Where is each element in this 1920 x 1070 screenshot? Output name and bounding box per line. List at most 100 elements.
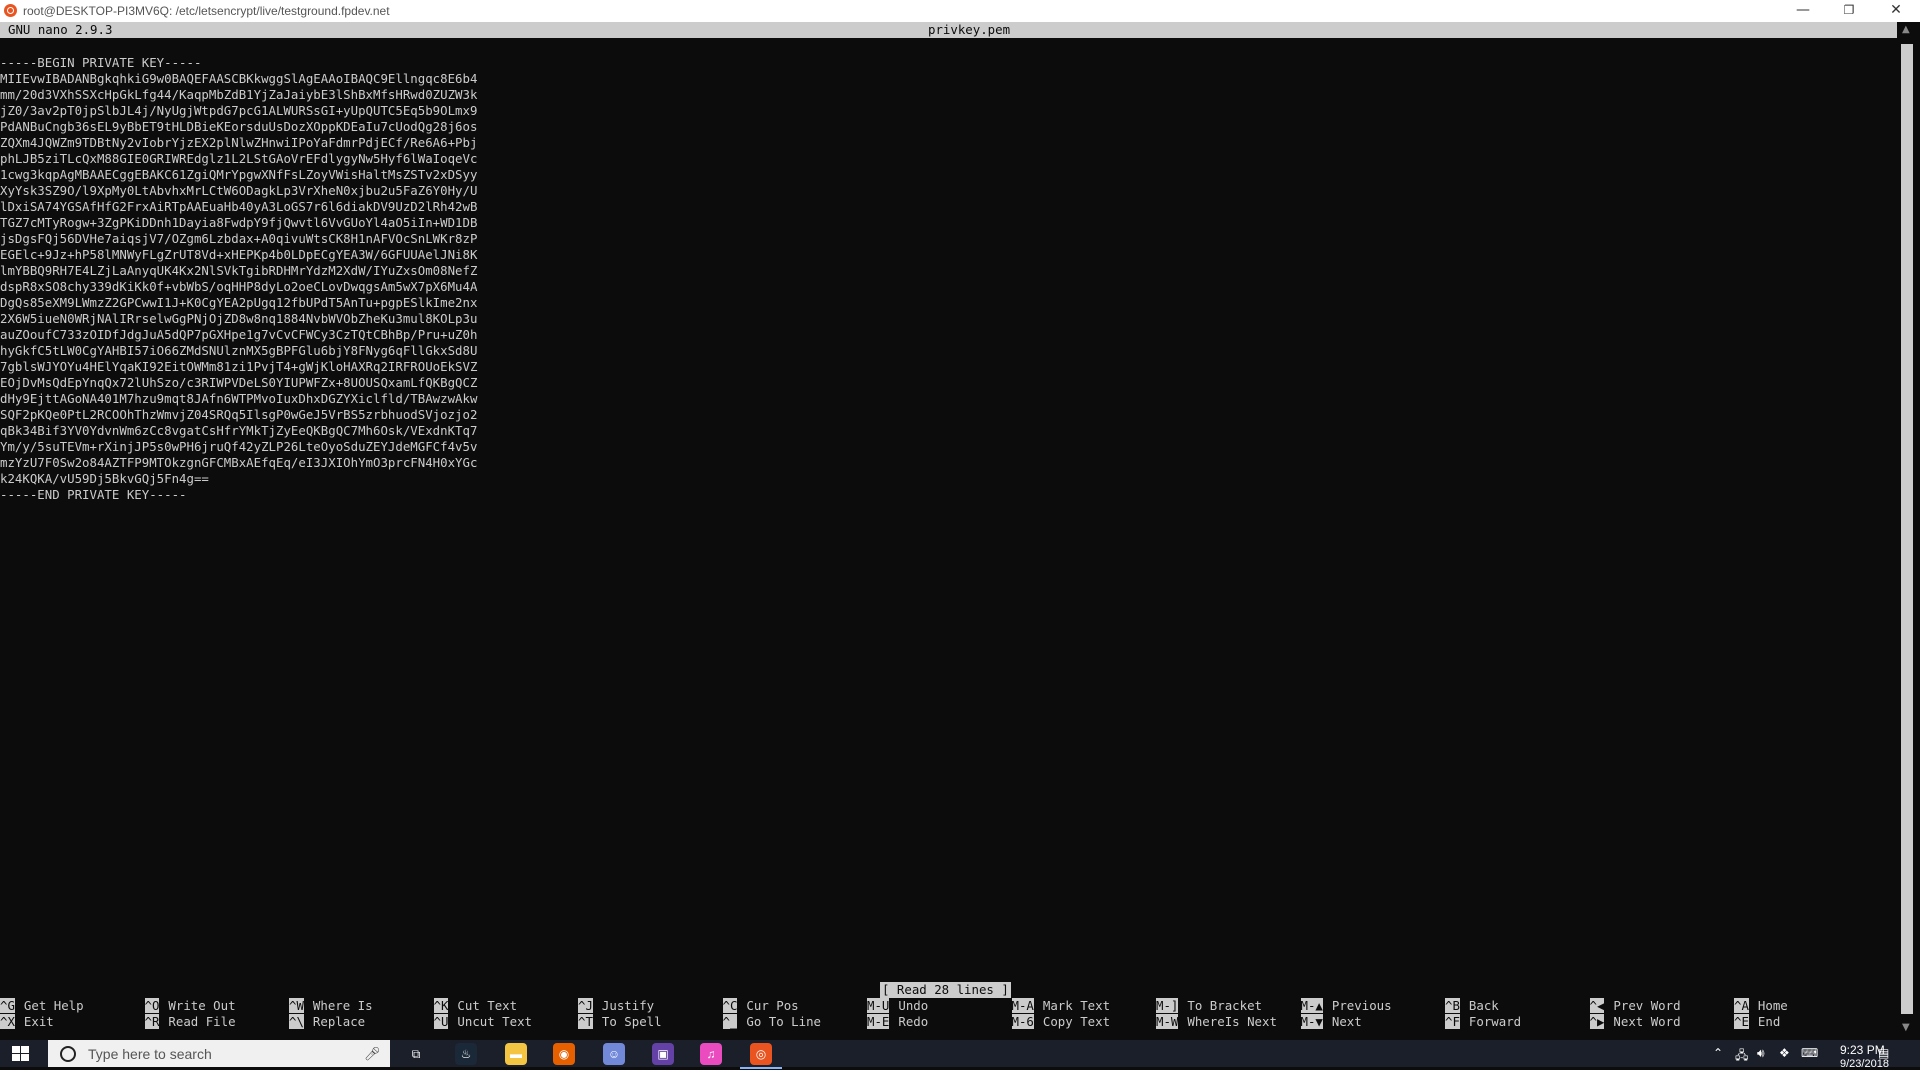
shortcut-item[interactable]: M-6 Copy Text (1011, 1014, 1162, 1030)
shortcut-key: ^W (289, 998, 304, 1013)
shortcut-item[interactable]: ^_ Go To Line (722, 1014, 873, 1030)
windows-start-button[interactable] (12, 1046, 30, 1062)
shortcut-label: Write Out (168, 998, 236, 1013)
editor-text-area[interactable]: -----BEGIN PRIVATE KEY----- MIIEvwIBADANB… (0, 55, 477, 503)
shortcut-item[interactable]: ^F Forward (1445, 1014, 1595, 1030)
editor-line: PdANBuCngb36sEL9yBbET9tHLDBieKEorsduUsDo… (0, 119, 478, 134)
shortcut-item[interactable]: ^◀ Prev Word (1589, 998, 1740, 1014)
shortcut-item[interactable]: ^X Exit (0, 1014, 150, 1030)
shortcut-item[interactable]: ^J Justify (578, 998, 728, 1014)
shortcut-item[interactable]: ^▶ Next Word (1589, 1014, 1740, 1030)
steam-icon[interactable]: ♨ (455, 1043, 477, 1065)
editor-line: dHy9EjttAGoNA401M7hzu9mqt8JAfn6WTPMvoIux… (0, 391, 478, 406)
close-button[interactable]: ✕ (1873, 0, 1919, 22)
search-placeholder: Type here to search (88, 1046, 212, 1062)
shortcut-key: ^B (1445, 998, 1460, 1013)
shortcut-label: Next Word (1613, 1014, 1681, 1029)
editor-line: TGZ7cMTyRogw+3ZgPKiDDnh1Dayia8FwdpY9fjQw… (0, 215, 478, 230)
shortcut-key: ^O (144, 998, 160, 1013)
shortcut-item[interactable]: ^E End (1734, 1014, 1884, 1030)
file-explorer-icon[interactable]: ▬ (505, 1043, 527, 1065)
shortcut-label: To Bracket (1187, 998, 1262, 1013)
shortcut-item[interactable]: M-W WhereIs Next (1156, 1014, 1306, 1030)
show-hidden-icons-icon[interactable]: ⌃ (1713, 1046, 1723, 1060)
shortcut-item[interactable]: ^\ Replace (289, 1014, 439, 1030)
microphone-icon[interactable]: 🎤︎ (364, 1046, 381, 1062)
shortcut-item[interactable]: M-A Mark Text (1011, 998, 1162, 1014)
shortcut-key: M-▼ (1300, 1014, 1323, 1029)
shortcut-column: ^G Get Help ^X Exit (0, 998, 150, 1030)
shortcut-item[interactable]: M-U Undo (867, 998, 1017, 1014)
discord-icon[interactable]: ☺ (603, 1043, 625, 1065)
volume-icon[interactable]: 🔊︎ (1757, 1046, 1765, 1061)
editor-line: -----END PRIVATE KEY----- (0, 487, 187, 502)
twitch-icon[interactable]: ▣ (652, 1043, 674, 1065)
window-title-bar[interactable]: root@DESKTOP-PI3MV6Q: /etc/letsencrypt/l… (0, 0, 1920, 22)
shortcut-item[interactable]: ^G Get Help (0, 998, 150, 1014)
terminal-window[interactable]: GNU nano 2.9.3 privkey.pem -----BEGIN PR… (0, 22, 1897, 1040)
shortcut-label: Next (1331, 1014, 1362, 1029)
shortcut-item[interactable]: ^R Read File (144, 1014, 295, 1030)
editor-line: mm/20d3VXhSSXcHpGkLfg44/KaqpMbZdB1YjZaJa… (0, 87, 478, 102)
shortcut-column: ^C Cur Pos ^_ Go To Line (722, 998, 873, 1030)
shortcut-item[interactable]: ^K Cut Text (433, 998, 584, 1014)
shortcut-label: Copy Text (1042, 1014, 1111, 1029)
shortcut-label: Cur Pos (746, 998, 799, 1013)
shortcut-key: ^A (1734, 998, 1749, 1013)
windows-taskbar: Type here to search 🎤︎ ⧉ ♨ ▬ ◉ ☺ ▣ ♫ ◎ ⌃ 🖧︎ 🔊︎ … (0, 1040, 1920, 1070)
shortcut-item[interactable]: ^O Write Out (144, 998, 295, 1014)
shortcut-item[interactable]: ^B Back (1445, 998, 1595, 1014)
shortcut-item[interactable]: ^C Cur Pos (722, 998, 873, 1014)
scrollbar-thumb[interactable] (1901, 44, 1913, 1014)
shortcut-item[interactable]: ^W Where Is (289, 998, 439, 1014)
scroll-up-arrow-icon[interactable]: ▲ (1902, 24, 1910, 35)
shortcut-key: ^X (0, 1014, 15, 1029)
editor-line: 2X6W5iueN0WRjNAlIRrselwGgPNjOjZD8w8nq188… (0, 311, 478, 326)
restore-button[interactable]: ❐ (1826, 0, 1872, 22)
shortcut-label: Mark Text (1042, 998, 1111, 1013)
keyboard-icon[interactable]: ⌨ (1801, 1046, 1818, 1060)
shortcut-item[interactable]: ^U Uncut Text (433, 1014, 584, 1030)
taskbar-search-box[interactable]: Type here to search 🎤︎ (48, 1040, 390, 1067)
file-name: privkey.pem (928, 22, 1011, 37)
shortcut-key: ^R (144, 1014, 160, 1029)
dropbox-icon[interactable]: ❖ (1779, 1046, 1790, 1060)
shortcut-key: ^T (578, 1014, 593, 1029)
task-view-icon[interactable]: ⧉ (405, 1043, 427, 1065)
editor-line: hyGkfC5tLW0CgYAHBI57iO66ZMdSNUlznMX5gBPF… (0, 343, 478, 358)
shortcut-label: Back (1468, 998, 1499, 1013)
shortcut-column: ^W Where Is ^\ Replace (289, 998, 439, 1030)
firefox-icon[interactable]: ◉ (553, 1043, 575, 1065)
editor-line: lmYBBQ9RH7E4LZjLaAnyqUK4Kx2NlSVkTgibRDHM… (0, 263, 478, 278)
editor-line: auZOoufC733zOIDfJdgJuA5dQP7pGXHpe1g7vCvC… (0, 327, 478, 342)
scroll-down-arrow-icon[interactable]: ▼ (1902, 1022, 1910, 1033)
shortcut-label: Replace (312, 1014, 366, 1029)
shortcut-label: Read File (168, 1014, 236, 1029)
itunes-icon[interactable]: ♫ (700, 1043, 722, 1065)
shortcut-item[interactable]: M-▼ Next (1300, 1014, 1451, 1030)
action-center-icon[interactable]: ▤ (1878, 1046, 1889, 1060)
shortcut-item[interactable]: M-E Redo (867, 1014, 1017, 1030)
ubuntu-icon[interactable]: ◎ (740, 1043, 782, 1069)
editor-line: 7gblsWJYOYu4HElYqaKI92EitOWMm81zi1PvjT4+… (0, 359, 478, 374)
shortcut-label: Justify (601, 998, 655, 1013)
shortcut-item[interactable]: ^A Home (1734, 998, 1884, 1014)
editor-line: SQF2pKQe0PtL2RCOOhThzWmvjZ04SRQq5IlsgP0w… (0, 407, 478, 422)
shortcut-column: ^B Back ^F Forward (1445, 998, 1595, 1030)
shortcut-item[interactable]: M-] To Bracket (1156, 998, 1306, 1014)
editor-line: lDxiSA74YGSAfHfG2FrxAiRTpAAEuaHb40yA3LoG… (0, 199, 478, 214)
nano-version: GNU nano 2.9.3 (8, 22, 113, 37)
shortcut-label: Undo (898, 998, 929, 1013)
shortcut-column: M-] To Bracket M-W WhereIs Next (1156, 998, 1306, 1030)
shortcut-label: Uncut Text (457, 1014, 533, 1029)
shortcut-column: ^K Cut Text ^U Uncut Text (433, 998, 584, 1030)
network-icon[interactable]: 🖧︎ (1735, 1046, 1748, 1067)
shortcut-item[interactable]: M-▲ Previous (1300, 998, 1451, 1014)
shortcut-label: Home (1757, 998, 1788, 1013)
shortcut-item[interactable]: ^T To Spell (578, 1014, 728, 1030)
editor-line: mzYzU7F0Sw2o84AZTFP9MTOkzgnGFCMBxAEfqEq/… (0, 455, 478, 470)
shortcut-key: ^◀ (1589, 998, 1605, 1013)
minimize-button[interactable]: — (1780, 0, 1826, 22)
vertical-scrollbar[interactable]: ▲ ▼ (1897, 22, 1920, 1040)
windows-logo-icon (12, 1054, 20, 1061)
